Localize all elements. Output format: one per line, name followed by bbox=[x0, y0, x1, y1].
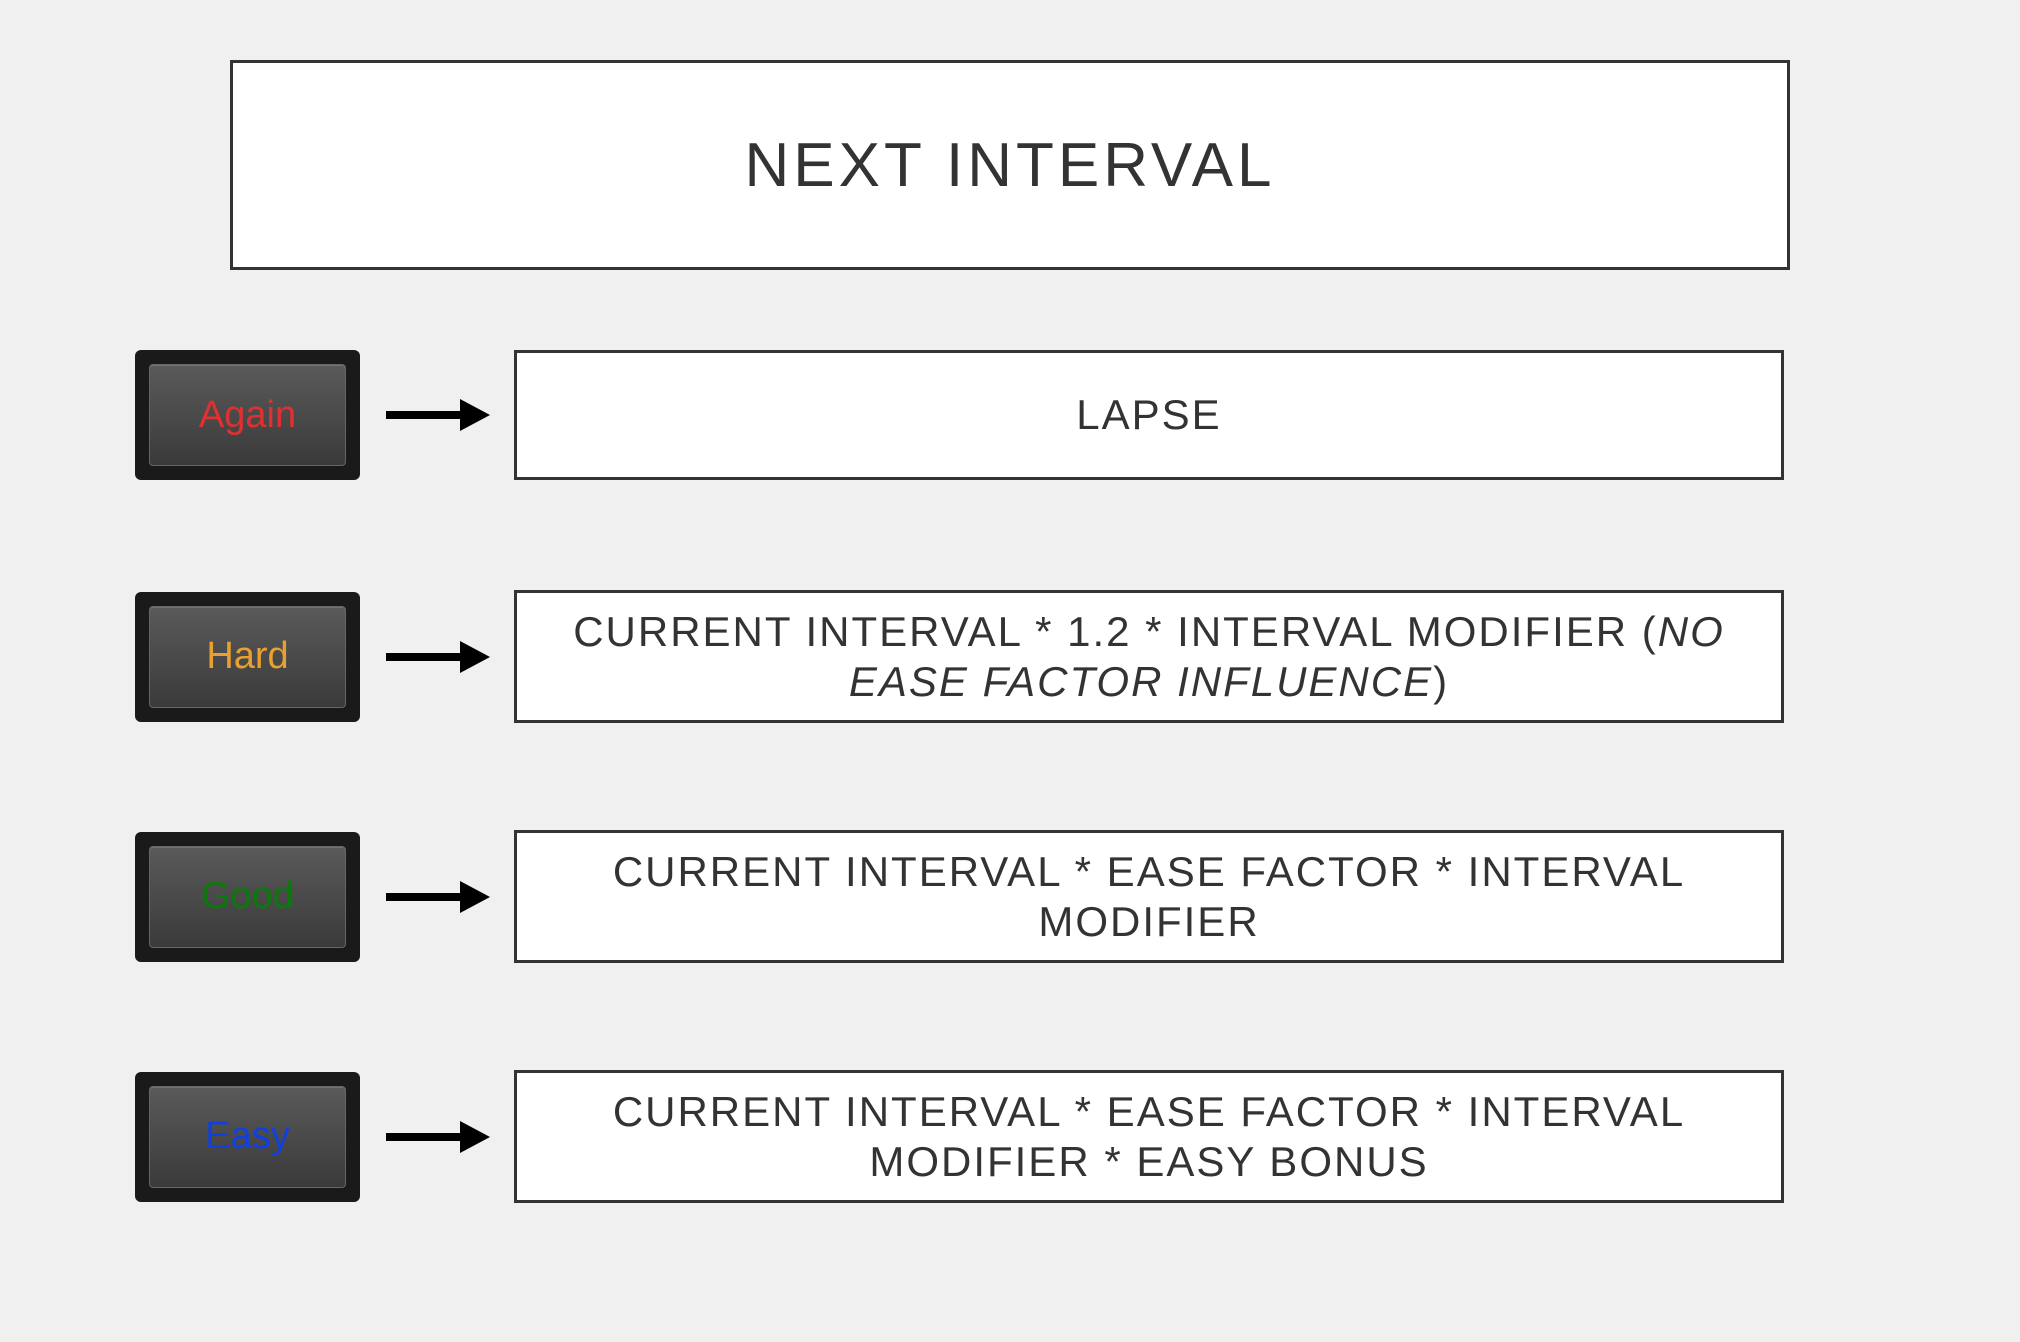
arrow-icon bbox=[372, 877, 502, 917]
hard-button[interactable]: Hard bbox=[135, 592, 360, 722]
again-button[interactable]: Again bbox=[135, 350, 360, 480]
row-good: Good CURRENT INTERVAL * EASE FACTOR * IN… bbox=[135, 830, 1784, 963]
header-title: NEXT INTERVAL bbox=[745, 130, 1276, 201]
good-formula-box: CURRENT INTERVAL * EASE FACTOR * INTERVA… bbox=[514, 830, 1784, 963]
easy-button[interactable]: Easy bbox=[135, 1072, 360, 1202]
good-formula: CURRENT INTERVAL * EASE FACTOR * INTERVA… bbox=[547, 847, 1751, 946]
again-formula: LAPSE bbox=[1076, 390, 1221, 440]
easy-formula: CURRENT INTERVAL * EASE FACTOR * INTERVA… bbox=[547, 1087, 1751, 1186]
good-button-inner: Good bbox=[149, 846, 346, 948]
again-button-inner: Again bbox=[149, 364, 346, 466]
arrow-icon bbox=[372, 395, 502, 435]
row-hard: Hard CURRENT INTERVAL * 1.2 * INTERVAL M… bbox=[135, 590, 1784, 723]
good-button[interactable]: Good bbox=[135, 832, 360, 962]
again-button-label: Again bbox=[199, 394, 296, 437]
header-box: NEXT INTERVAL bbox=[230, 60, 1790, 270]
easy-button-label: Easy bbox=[205, 1115, 289, 1158]
hard-button-label: Hard bbox=[206, 635, 288, 678]
hard-formula: CURRENT INTERVAL * 1.2 * INTERVAL MODIFI… bbox=[547, 607, 1751, 706]
row-easy: Easy CURRENT INTERVAL * EASE FACTOR * IN… bbox=[135, 1070, 1784, 1203]
easy-button-inner: Easy bbox=[149, 1086, 346, 1188]
hard-button-inner: Hard bbox=[149, 606, 346, 708]
row-again: Again LAPSE bbox=[135, 350, 1784, 480]
hard-formula-box: CURRENT INTERVAL * 1.2 * INTERVAL MODIFI… bbox=[514, 590, 1784, 723]
again-formula-box: LAPSE bbox=[514, 350, 1784, 480]
arrow-icon bbox=[372, 1117, 502, 1157]
good-button-label: Good bbox=[201, 875, 294, 918]
easy-formula-box: CURRENT INTERVAL * EASE FACTOR * INTERVA… bbox=[514, 1070, 1784, 1203]
arrow-icon bbox=[372, 637, 502, 677]
